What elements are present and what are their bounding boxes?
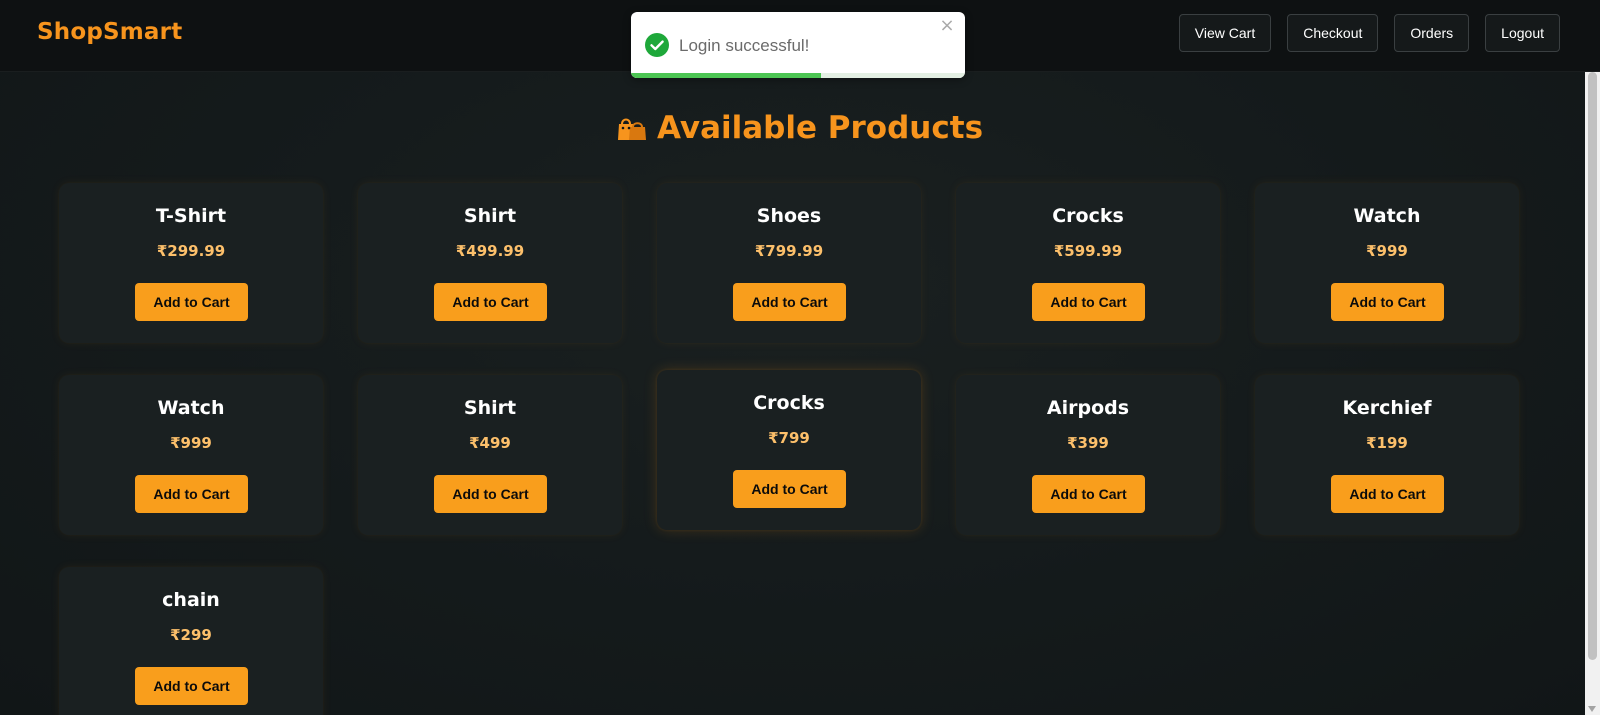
scrollbar-thumb[interactable] [1588,72,1597,660]
toast-progress-track [631,73,965,78]
product-card: Shirt ₹499 Add to Cart [358,375,622,535]
login-success-toast: Login successful! × [631,12,965,78]
page-title-text: Available Products [656,110,984,146]
product-price: ₹999 [1366,242,1408,260]
product-card: T-Shirt ₹299.99 Add to Cart [59,183,323,343]
product-price: ₹499.99 [455,242,525,260]
add-to-cart-button[interactable]: Add to Cart [434,283,547,321]
shopping-bags-icon [617,118,646,140]
product-name: chain [162,589,220,611]
add-to-cart-button[interactable]: Add to Cart [434,475,547,513]
product-price: ₹999 [170,434,212,452]
product-name: Shirt [463,205,517,227]
scroll-down-arrow-icon[interactable] [1588,706,1596,712]
add-to-cart-button[interactable]: Add to Cart [135,667,248,705]
add-to-cart-button[interactable]: Add to Cart [1331,475,1444,513]
product-price: ₹499 [469,434,511,452]
view-cart-button[interactable]: View Cart [1178,14,1272,52]
product-card: chain ₹299 Add to Cart [59,567,323,715]
product-name: Shirt [463,397,517,419]
toast-progress-bar [631,73,822,78]
brand-logo[interactable]: ShopSmart [37,19,182,45]
add-to-cart-button[interactable]: Add to Cart [135,475,248,513]
product-price: ₹799.99 [754,242,824,260]
toast-message: Login successful! [679,36,810,55]
product-name: Watch [1353,205,1421,227]
add-to-cart-button[interactable]: Add to Cart [733,470,846,508]
product-name: Crocks [753,392,825,414]
add-to-cart-button[interactable]: Add to Cart [733,283,846,321]
product-card: Watch ₹999 Add to Cart [59,375,323,535]
product-price: ₹199 [1366,434,1408,452]
product-name: Crocks [1052,205,1124,227]
nav-button-group: View Cart Checkout Orders Logout [1178,14,1560,52]
product-card: Watch ₹999 Add to Cart [1255,183,1519,343]
product-card: Kerchief ₹199 Add to Cart [1255,375,1519,535]
logout-button[interactable]: Logout [1485,14,1560,52]
product-card: Crocks ₹599.99 Add to Cart [956,183,1220,343]
add-to-cart-button[interactable]: Add to Cart [1331,283,1444,321]
add-to-cart-button[interactable]: Add to Cart [1032,283,1145,321]
product-name: T-Shirt [155,205,227,227]
add-to-cart-button[interactable]: Add to Cart [135,283,248,321]
check-circle-icon [645,33,669,57]
product-name: Shoes [756,205,822,227]
product-grid: T-Shirt ₹299.99 Add to Cart Shirt ₹499.9… [59,183,1523,715]
product-price: ₹299 [170,626,212,644]
product-name: Watch [157,397,225,419]
vertical-scrollbar[interactable] [1585,72,1600,715]
product-card: Airpods ₹399 Add to Cart [956,375,1220,535]
product-card: Shirt ₹499.99 Add to Cart [358,183,622,343]
product-card-hovered: Crocks ₹799 Add to Cart [657,370,921,530]
product-price: ₹599.99 [1053,242,1123,260]
product-price: ₹299.99 [156,242,226,260]
product-price: ₹399 [1067,434,1109,452]
product-name: Kerchief [1342,397,1432,419]
orders-button[interactable]: Orders [1394,14,1470,52]
product-card: Shoes ₹799.99 Add to Cart [657,183,921,343]
product-price: ₹799 [768,429,810,447]
page-title: Available Products [0,110,1600,146]
checkout-button[interactable]: Checkout [1287,14,1379,52]
add-to-cart-button[interactable]: Add to Cart [1032,475,1145,513]
product-name: Airpods [1046,397,1130,419]
close-icon[interactable]: × [937,16,957,36]
